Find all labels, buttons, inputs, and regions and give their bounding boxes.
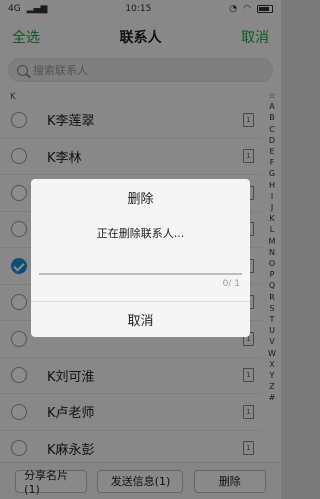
progress-count: 0/ 1 xyxy=(222,279,240,289)
dialog-cancel-button[interactable]: 取消 xyxy=(31,301,250,337)
dialog-message: 正在删除联系人... xyxy=(96,227,185,240)
delete-progress-dialog: 删除 正在删除联系人... 0/ 1 取消 xyxy=(31,179,250,337)
dialog-title: 删除 xyxy=(127,191,154,207)
